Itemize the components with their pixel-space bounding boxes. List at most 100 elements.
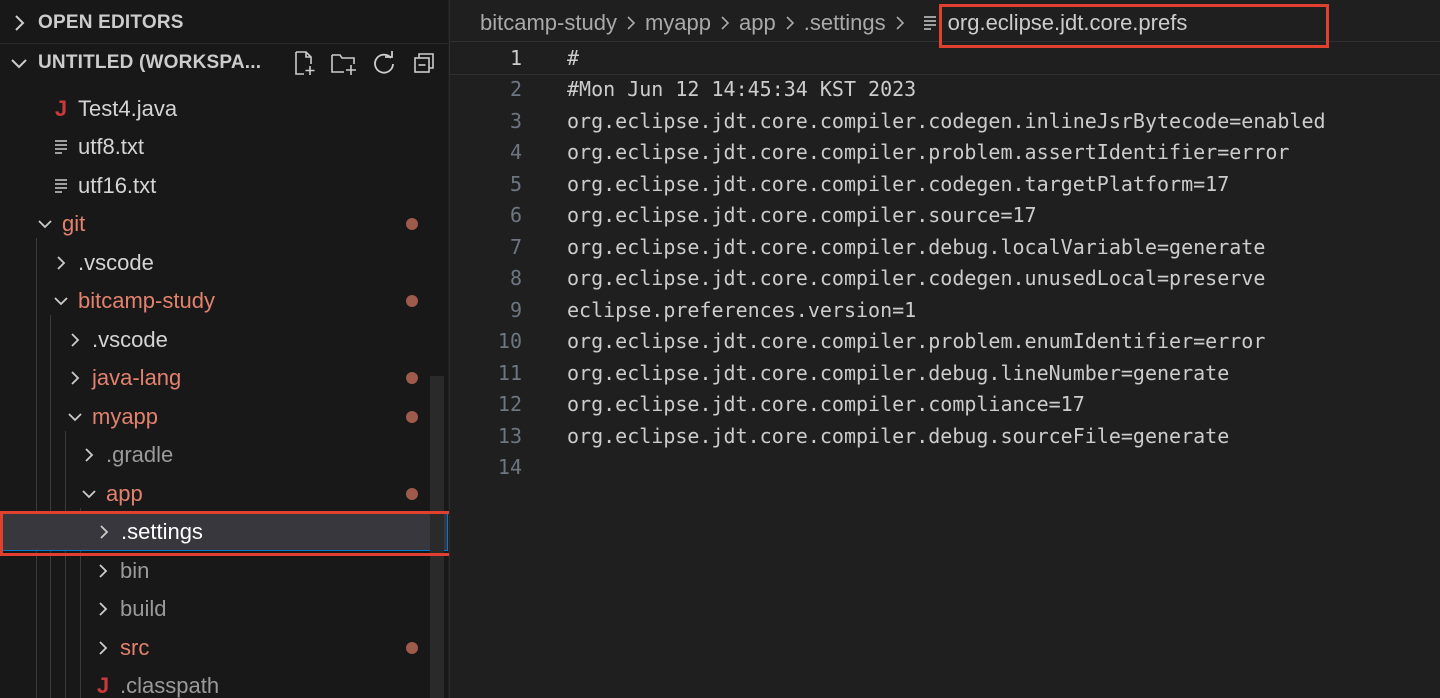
java-file-icon: J [54,96,68,121]
code-text: org.eclipse.jdt.core.compiler.codegen.in… [567,108,1326,133]
file-tree: J Test4.java utf8.txt utf16.txt git .vscode bi… [0,84,448,698]
breadcrumb-item[interactable]: app [739,10,776,36]
code-line[interactable]: 11 org.eclipse.jdt.core.compiler.debug.li… [450,357,1440,389]
tree-item-label: src [120,635,150,660]
code-text: org.eclipse.jdt.core.compiler.codegen.ta… [567,171,1230,196]
workspace-actions [290,44,438,82]
code-line[interactable]: 14 [450,452,1440,484]
tree-folder-item[interactable]: .vscode [0,321,448,359]
chevron-right-icon [62,321,88,359]
code-text: # [567,45,580,70]
workspace-title: UNTITLED (WORKSPA... [38,52,262,73]
tree-item-label: .vscode [92,327,168,352]
tree-file-item[interactable]: utf16.txt [0,167,448,205]
code-text: org.eclipse.jdt.core.compiler.debug.loca… [567,234,1266,259]
tree-item-label: utf16.txt [78,173,157,198]
chevron-right-icon [90,590,116,628]
modified-dot [406,372,418,384]
chevron-down-icon [62,398,88,436]
chevron-right-icon [0,14,38,32]
code-editor[interactable]: 1 #2 #Mon Jun 12 14:45:34 KST 2023 3 org.ecl… [449,41,1440,484]
code-line[interactable]: 5 org.eclipse.jdt.core.compiler.codegen.t… [450,168,1440,200]
chevron-right-icon [90,552,116,590]
breadcrumb-current-file[interactable]: org.eclipse.jdt.core.prefs [922,10,1188,36]
explorer-sidebar: OPEN EDITORS UNTITLED (WORKSPA... J Test… [0,0,448,698]
breadcrumb-item[interactable]: .settings [804,10,886,36]
line-number: 1 [509,45,522,70]
breadcrumb-current-label: org.eclipse.jdt.core.prefs [947,10,1188,35]
chevron-right-icon [76,436,102,474]
tree-folder-item[interactable]: git [0,205,448,243]
tree-item-label: utf8.txt [78,134,145,159]
tree-item-label: git [62,211,86,236]
java-file-icon: J [96,673,110,698]
code-line[interactable]: 6 org.eclipse.jdt.core.compiler.source=17 [450,200,1440,232]
tree-folder-item[interactable]: .vscode [0,244,448,282]
chevron-right-icon [895,15,905,31]
breadcrumb: bitcamp-study myapp app .settings org.eclips… [480,0,1187,46]
tree-file-item[interactable]: utf8.txt [0,128,448,166]
line-number: 6 [509,203,522,228]
code-line[interactable]: 2 #Mon Jun 12 14:45:34 KST 2023 [450,74,1440,106]
chevron-down-icon [0,56,38,70]
tree-item-label: .settings [121,519,203,544]
line-number: 7 [509,234,522,259]
line-number: 3 [509,108,522,133]
modified-dot [406,218,418,230]
tree-file-item[interactable]: J .classpath [0,667,448,698]
line-number: 11 [497,360,522,385]
code-text: eclipse.preferences.version=1 [567,297,917,322]
code-text: org.eclipse.jdt.core.compiler.problem.as… [567,140,1290,165]
tree-folder-item[interactable]: java-lang [0,359,448,397]
tree-item-label: Test4.java [78,96,178,121]
chevron-right-icon [91,513,117,551]
tree-folder-item[interactable]: build [0,590,448,628]
line-number: 12 [497,392,522,417]
code-text: org.eclipse.jdt.core.compiler.source=17 [567,203,1037,228]
code-line[interactable]: 13 org.eclipse.jdt.core.compiler.debug.so… [450,420,1440,452]
code-line[interactable]: 3 org.eclipse.jdt.core.compiler.codegen.i… [450,105,1440,137]
modified-dot [406,411,418,423]
tree-folder-item[interactable]: bin [0,552,448,590]
code-line[interactable]: 7 org.eclipse.jdt.core.compiler.debug.loc… [450,231,1440,263]
tree-folder-item[interactable]: myapp [0,398,448,436]
code-line[interactable]: 8 org.eclipse.jdt.core.compiler.codegen.u… [450,263,1440,295]
new-folder-icon[interactable] [330,49,358,77]
tree-file-item[interactable]: J Test4.java [0,90,448,128]
vscode-window: OPEN EDITORS UNTITLED (WORKSPA... J Test… [0,0,1440,698]
chevron-right-icon [785,15,795,31]
code-text: org.eclipse.jdt.core.compiler.debug.line… [567,360,1230,385]
breadcrumb-item[interactable]: myapp [645,10,711,36]
workspace-header[interactable]: UNTITLED (WORKSPA... [0,43,448,82]
chevron-right-icon [62,359,88,397]
open-editors-header[interactable]: OPEN EDITORS [0,4,448,42]
line-number: 13 [497,423,522,448]
chevron-right-icon [90,629,116,667]
modified-dot [406,488,418,500]
collapse-all-icon[interactable] [410,49,438,77]
tree-folder-item[interactable]: .gradle [0,436,448,474]
refresh-icon[interactable] [370,49,398,77]
line-number: 4 [509,140,522,165]
chevron-right-icon [626,15,636,31]
code-line[interactable]: 1 # [449,41,1440,75]
editor-area: bitcamp-study myapp app .settings org.eclips… [449,0,1440,698]
code-text: org.eclipse.jdt.core.compiler.debug.sour… [567,423,1230,448]
tree-folder-item[interactable]: src [0,629,448,667]
code-line[interactable]: 10 org.eclipse.jdt.core.compiler.problem.… [450,326,1440,358]
modified-dot [406,642,418,654]
tree-folder-item[interactable]: .settings [0,513,448,551]
tree-item-label: myapp [92,404,159,429]
code-line[interactable]: 9 eclipse.preferences.version=1 [450,294,1440,326]
tree-folder-item[interactable]: bitcamp-study [0,282,448,320]
line-number: 2 [509,77,522,102]
tree-folder-item[interactable]: app [0,475,448,513]
text-file-icon [922,14,938,32]
code-line[interactable]: 4 org.eclipse.jdt.core.compiler.problem.a… [450,137,1440,169]
code-text: org.eclipse.jdt.core.compiler.codegen.un… [567,266,1266,291]
code-line[interactable]: 12 org.eclipse.jdt.core.compiler.complian… [450,389,1440,421]
breadcrumb-item[interactable]: bitcamp-study [480,10,617,36]
new-file-icon[interactable] [290,49,318,77]
sidebar-scrollbar[interactable] [430,376,444,698]
text-file-icon [48,128,74,166]
